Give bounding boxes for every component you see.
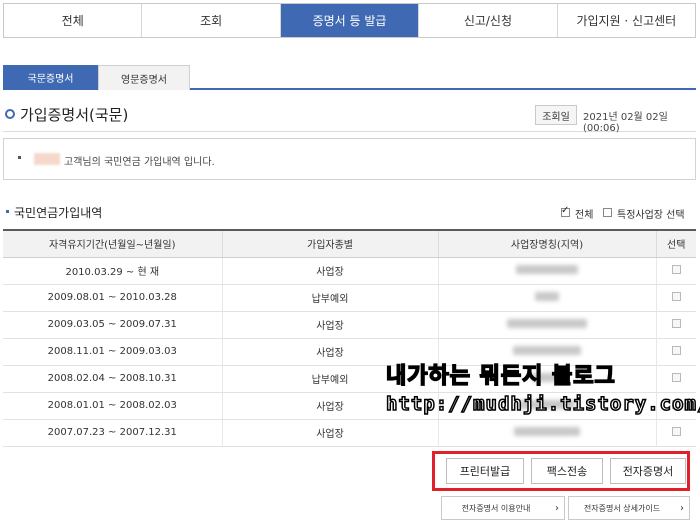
table-row: 2007.07.23 ~ 2007.12.31 사업장 (3, 419, 696, 447)
chevron-right-icon: › (680, 502, 684, 514)
certificate-language-tabs: 국문증명서 영문증명서 (3, 65, 696, 90)
check-all-label: 전체 (575, 210, 594, 221)
inquiry-date: 2021년 02월 02일 (00:06) (583, 112, 668, 134)
specific-workplace-checkbox[interactable] (603, 208, 612, 217)
redacted-workplace (516, 264, 578, 274)
type-cell: 사업장 (222, 419, 439, 447)
tab-report-apply[interactable]: 신고/신청 (419, 4, 558, 37)
detail-guide-label: 전자증명서 상세가이드 (583, 503, 661, 513)
inquiry-date-label: 조회일 (535, 105, 577, 125)
blog-watermark-url: http://mudhji.tistory.com/ (385, 392, 700, 416)
notice-message: 고객님의 국민연금 가입내역 입니다. (64, 157, 215, 168)
period-cell: 2010.03.29 ~ 현 재 (3, 257, 223, 285)
select-cell (656, 419, 696, 447)
table-row: 2009.03.05 ~ 2009.07.31 사업장 (3, 311, 696, 339)
period-cell: 2008.02.04 ~ 2008.10.31 (3, 365, 223, 393)
fax-send-button[interactable]: 팩스전송 (531, 458, 603, 484)
period-cell: 2008.11.01 ~ 2009.03.03 (3, 338, 223, 366)
tab-certificate-issue[interactable]: 증명서 등 발급 (280, 4, 420, 37)
table-header-row: 자격유지기간(년월일~년월일) 가입자종별 사업장명칭(지역) 선택 (3, 229, 696, 258)
select-cell (656, 365, 696, 393)
blog-watermark-title: 내가하는 뭐든지 블로그 (385, 363, 616, 390)
notice-box: 고객님의 국민연금 가입내역 입니다. (3, 138, 696, 180)
section-title: 국민연금가입내역 (14, 206, 103, 220)
tab-english-certificate[interactable]: 영문증명서 (98, 65, 190, 90)
select-cell (656, 338, 696, 366)
redacted-workplace (535, 291, 559, 301)
check-all-checkbox[interactable] (561, 205, 570, 217)
redacted-workplace (513, 345, 581, 355)
print-issue-button[interactable]: 프린터발급 (446, 458, 524, 484)
electronic-certificate-detail-link[interactable]: 전자증명서 상세가이드 › (568, 496, 690, 520)
period-cell: 2008.01.01 ~ 2008.02.03 (3, 392, 223, 420)
section-bullet-icon (6, 210, 9, 213)
workplace-cell (438, 284, 657, 312)
tab-support-center[interactable]: 가입지원 · 신고센터 (557, 4, 696, 37)
tab-korean-certificate[interactable]: 국문증명서 (3, 65, 98, 90)
workplace-cell (438, 257, 657, 285)
column-header-type: 가입자종별 (222, 229, 439, 258)
select-cell (656, 257, 696, 285)
notice-bullet-icon (18, 156, 21, 159)
column-header-select: 선택 (656, 229, 696, 258)
column-header-period: 자격유지기간(년월일~년월일) (3, 229, 223, 258)
page-title: 가입증명서(국문) (20, 106, 129, 124)
row-select-checkbox[interactable] (671, 426, 681, 436)
type-cell: 사업장 (222, 311, 439, 339)
select-cell (656, 311, 696, 339)
page-header: 가입증명서(국문) 조회일 2021년 02월 02일 (00:06) (3, 98, 696, 134)
tab-inquiry[interactable]: 조회 (142, 4, 281, 37)
redacted-workplace (514, 426, 580, 436)
period-cell: 2009.03.05 ~ 2009.07.31 (3, 311, 223, 339)
row-select-checkbox[interactable] (671, 264, 681, 274)
workplace-cell (438, 311, 657, 339)
table-row: 2009.08.01 ~ 2010.03.28 납부예외 (3, 284, 696, 312)
workplace-cell (438, 419, 657, 447)
top-navigation: 전체 조회 증명서 등 발급 신고/신청 가입지원 · 신고센터 (3, 3, 696, 38)
electronic-certificate-usage-link[interactable]: 전자증명서 이용안내 › (441, 496, 565, 520)
type-cell: 납부예외 (222, 284, 439, 312)
electronic-certificate-button[interactable]: 전자증명서 (610, 458, 686, 484)
row-select-checkbox[interactable] (671, 372, 681, 382)
select-cell (656, 284, 696, 312)
table-row: 2010.03.29 ~ 현 재 사업장 (3, 257, 696, 285)
redacted-customer-name (34, 153, 60, 165)
row-select-checkbox[interactable] (671, 318, 681, 328)
type-cell: 사업장 (222, 257, 439, 285)
redacted-workplace (507, 318, 587, 328)
column-header-workplace: 사업장명칭(지역) (438, 229, 657, 258)
title-ring-icon (5, 109, 15, 119)
row-select-checkbox[interactable] (671, 291, 681, 301)
usage-guide-label: 전자증명서 이용안내 (461, 503, 531, 513)
period-cell: 2007.07.23 ~ 2007.12.31 (3, 419, 223, 447)
specific-workplace-label: 특정사업장 선택 (617, 210, 685, 221)
chevron-right-icon: › (555, 502, 559, 514)
period-cell: 2009.08.01 ~ 2010.03.28 (3, 284, 223, 312)
row-select-checkbox[interactable] (671, 345, 681, 355)
tab-all[interactable]: 전체 (4, 4, 143, 37)
